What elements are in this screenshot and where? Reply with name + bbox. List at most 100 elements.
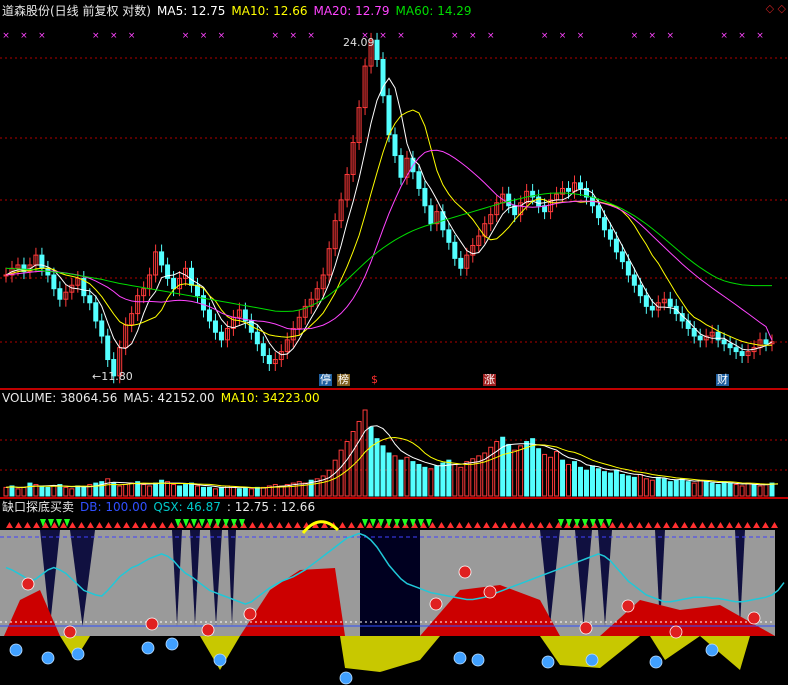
volume-bar [649, 479, 655, 497]
signal-up-arrow [492, 522, 499, 528]
price-header: 道森股份(日线 前复权 对数) MA5: 12.75 MA10: 12.66 MA20… [2, 4, 478, 18]
candle-body [763, 339, 769, 345]
volume-bar [147, 485, 153, 497]
candle-body [673, 305, 679, 315]
signal-mark: × [272, 31, 280, 41]
volume-bar [560, 459, 566, 497]
volume-bar [206, 486, 212, 497]
volume-bar [404, 456, 410, 497]
volume-bar [697, 479, 703, 497]
volume-bar [254, 486, 260, 497]
signal-up-arrow [168, 522, 175, 528]
candle-body [721, 339, 727, 345]
signal-mark: × [397, 31, 405, 41]
signal-up-arrow [546, 522, 553, 528]
volume-bar [434, 465, 440, 497]
signal-mark: × [649, 31, 657, 41]
signal-up-arrow [114, 522, 121, 528]
volume-bar [129, 482, 135, 497]
chart-canvas: × × × × × × × × × × × × × × × × × × × × × × × × × × × [0, 31, 788, 685]
candle-body [39, 254, 45, 269]
volume-bar [530, 438, 536, 497]
event-marker-dollar[interactable]: $ [371, 374, 378, 386]
volume-bar [703, 481, 709, 497]
candle-body [105, 335, 111, 361]
signal-up-arrow [87, 522, 94, 528]
volume-bar [667, 481, 673, 497]
signal-up-arrow [654, 522, 661, 528]
ma60-value: MA60: 14.29 [395, 4, 472, 18]
event-marker-halt[interactable]: 停 [319, 374, 332, 386]
signal-up-arrow [267, 522, 274, 528]
candle-body [697, 335, 703, 341]
volume-bar [105, 478, 111, 497]
signal-up-arrow [708, 522, 715, 528]
blue-signal-ball [71, 647, 85, 661]
event-marker-rise[interactable]: 涨 [483, 374, 496, 386]
high-price-label: 24.09 [343, 36, 375, 49]
signal-up-arrow [690, 522, 697, 528]
indicator-dark-zone [360, 530, 420, 636]
volume-bar [607, 472, 613, 497]
signal-down-arrow [362, 519, 368, 527]
signal-up-arrow [672, 522, 679, 528]
volume-bar [637, 474, 643, 497]
volume-bar [195, 485, 200, 497]
volume-bar [631, 476, 637, 497]
signal-up-arrow [249, 522, 256, 528]
candle-body [206, 309, 212, 322]
candle-body [374, 39, 380, 60]
signal-mark: × [182, 31, 190, 41]
candle-body [422, 187, 428, 207]
blue-signal-ball [141, 641, 155, 655]
signal-up-arrow [159, 522, 166, 528]
volume-bar [595, 468, 601, 497]
signal-mark: × [200, 31, 208, 41]
signal-mark: × [666, 31, 674, 41]
volume-bar [619, 474, 625, 497]
volume-bar [739, 485, 745, 497]
signal-up-arrow [699, 522, 706, 528]
candle-body [51, 274, 57, 290]
signal-up-arrow [483, 522, 490, 528]
signal-mark: × [38, 31, 46, 41]
low-price-label: ←11.80 [92, 370, 133, 383]
signal-up-arrow [627, 522, 634, 528]
signal-up-arrow [762, 522, 769, 528]
red-signal-ball [429, 597, 443, 611]
indicator-extra: : 12.75 : 12.66 [226, 500, 316, 514]
signal-mark: × [451, 31, 459, 41]
signal-up-arrow [618, 522, 625, 528]
volume-bar [218, 486, 224, 497]
signal-up-arrow [294, 522, 301, 528]
volume-header: VOLUME: 38064.56 MA5: 42152.00 MA10: 34223… [2, 391, 326, 405]
volume-bar [566, 463, 572, 497]
volume-bar [248, 488, 254, 497]
red-signal-ball [669, 625, 683, 639]
indicator-name: 缺口探底买卖 [2, 500, 75, 514]
candle-body [57, 288, 63, 300]
signal-up-arrow [681, 522, 688, 528]
event-marker-list[interactable]: 榜 [337, 374, 350, 386]
candle-body [566, 187, 572, 192]
signal-down-arrow [191, 519, 197, 527]
signal-up-arrow [348, 522, 355, 528]
blue-signal-ball [471, 653, 485, 667]
volume-bar [380, 445, 386, 497]
volume-bar [230, 486, 236, 497]
volume-bar [75, 485, 81, 497]
candle-body [386, 95, 392, 136]
event-marker-finance[interactable]: 财 [716, 374, 729, 386]
signal-mark: × [559, 31, 567, 41]
volume-bar [524, 441, 530, 497]
volume-bar [392, 455, 398, 497]
volume-bar [554, 451, 560, 497]
blue-signal-ball [213, 653, 227, 667]
candle-body [601, 217, 607, 231]
signal-mark: × [379, 31, 387, 41]
red-signal-ball [63, 625, 77, 639]
signal-mark: × [541, 31, 549, 41]
diamond-icon[interactable]: ◇ ◇ [766, 2, 786, 15]
volume-bar [39, 485, 45, 497]
volume-bar [685, 481, 691, 497]
